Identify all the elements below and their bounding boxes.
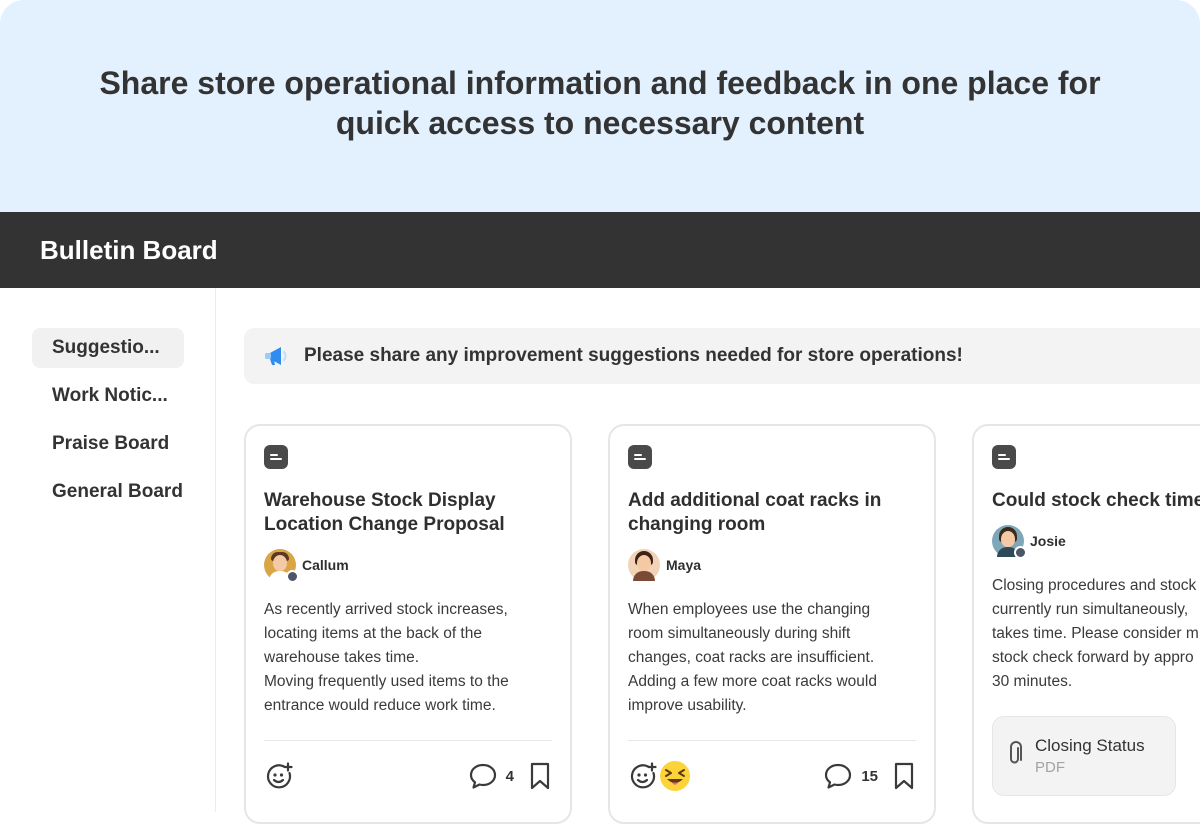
card-actions: 15 [628, 760, 916, 792]
hero-section: Share store operational information and … [0, 0, 1200, 212]
paperclip-icon [1005, 740, 1025, 772]
notice-banner: Please share any improvement suggestions… [244, 328, 1200, 384]
divider [264, 740, 552, 741]
page-title: Bulletin Board [40, 234, 218, 265]
add-reaction-icon[interactable] [264, 761, 294, 791]
sidebar: Suggestio... Work Notic... Praise Board … [0, 288, 216, 812]
comment-icon[interactable] [823, 761, 853, 791]
author-row: Josie [992, 524, 1200, 559]
sidebar-item-label: Praise Board [52, 433, 170, 454]
card-actions: 4 [264, 760, 552, 792]
card-title: Add additional coat racks in changing ro… [628, 490, 882, 535]
author-name: Josie [1030, 533, 1066, 549]
document-icon [992, 445, 1016, 469]
avatar [992, 525, 1027, 559]
comment-icon[interactable] [468, 761, 498, 791]
card-title: Warehouse Stock Display Location Change … [264, 490, 505, 535]
attachment-chip[interactable]: Closing Status PDF [992, 716, 1176, 796]
hero-headline: Share store operational information and … [99, 65, 1101, 141]
card-body: Closing procedures and stock currently r… [992, 577, 1199, 690]
author-name: Maya [666, 557, 702, 573]
card-body: When employees use the changing room sim… [628, 601, 877, 714]
app-header: Bulletin Board [0, 212, 1200, 288]
megaphone-icon [262, 342, 292, 370]
suggestion-card[interactable]: Could stock check time Josie Closing pro… [972, 424, 1200, 824]
star-badge-icon [1014, 546, 1027, 559]
author-row: Callum [264, 548, 552, 583]
card-title: Could stock check time [992, 490, 1200, 511]
bookmark-icon[interactable] [892, 761, 916, 791]
sidebar-item-work-notices[interactable]: Work Notic... [32, 376, 184, 416]
banner-text: Please share any improvement suggestions… [304, 345, 963, 366]
sidebar-item-label: Suggestio... [52, 337, 160, 358]
card-body: As recently arrived stock increases, loc… [264, 601, 509, 714]
squinting-tongue-emoji-icon[interactable] [658, 759, 692, 793]
star-badge-icon [286, 570, 299, 583]
sidebar-item-label: General Board [52, 481, 183, 502]
add-reaction-icon[interactable] [628, 761, 658, 791]
author-name: Callum [302, 557, 349, 573]
author-row: Maya [628, 548, 916, 582]
bookmark-icon[interactable] [528, 761, 552, 791]
sidebar-item-label: Work Notic... [52, 385, 168, 406]
divider [628, 740, 916, 741]
sidebar-item-praise-board[interactable]: Praise Board [32, 424, 184, 464]
comment-count: 4 [505, 767, 514, 785]
suggestion-card[interactable]: Add additional coat racks in changing ro… [608, 424, 936, 824]
sidebar-item-suggestions[interactable]: Suggestio... [32, 328, 184, 368]
avatar [628, 549, 660, 581]
document-icon [264, 445, 288, 469]
suggestion-card[interactable]: Warehouse Stock Display Location Change … [244, 424, 572, 824]
attachment-name: Closing Status [1035, 736, 1145, 755]
attachment-type: PDF [1035, 759, 1065, 776]
document-icon [628, 445, 652, 469]
sidebar-item-general-board[interactable]: General Board [32, 472, 184, 512]
avatar [264, 549, 299, 583]
comment-count: 15 [861, 767, 878, 785]
